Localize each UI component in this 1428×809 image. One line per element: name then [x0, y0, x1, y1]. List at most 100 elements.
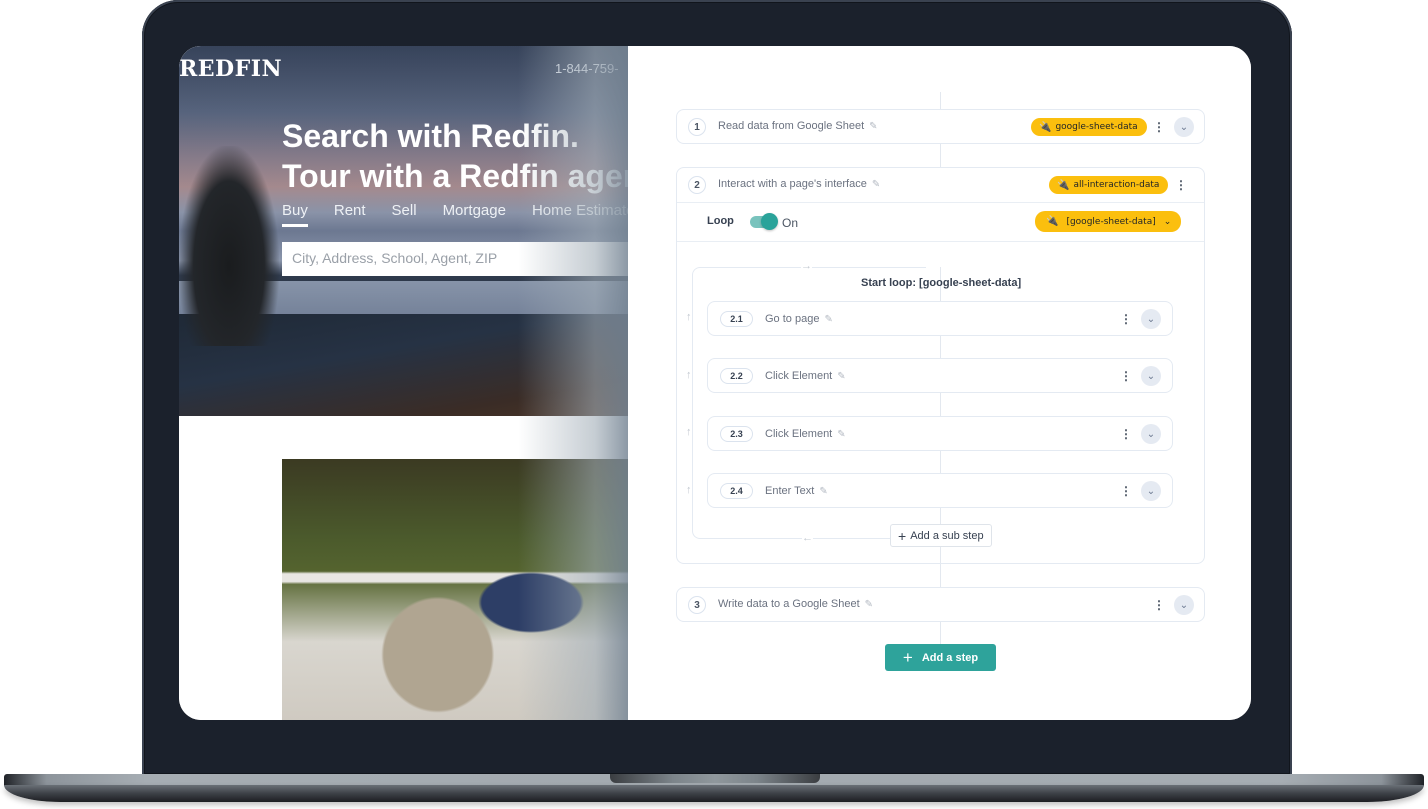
sub-step-title-text: Click Element — [765, 428, 833, 440]
chevron-down-icon: ⌄ — [1163, 216, 1172, 227]
loop-source-dropdown[interactable]: 🔌 [google-sheet-data] ⌄ — [1035, 211, 1182, 232]
arrow-up-icon: ↑ — [686, 311, 692, 323]
plug-icon: 🔌 — [1039, 121, 1052, 133]
more-options-icon[interactable]: ⋮ — [1153, 598, 1165, 612]
more-options-icon[interactable]: ⋮ — [1120, 427, 1132, 441]
hero-tree — [179, 146, 279, 346]
step-card-3[interactable]: 3 Write data to a Google Sheet ✎ ⋮ ⌄ — [676, 587, 1205, 622]
step-title-text: Interact with a page's interface — [718, 178, 867, 190]
pencil-icon[interactable]: ✎ — [872, 179, 880, 190]
connector-line — [940, 622, 941, 644]
expand-chevron-icon[interactable]: ⌄ — [1174, 595, 1194, 615]
sub-step-title[interactable]: Go to page ✎ — [765, 313, 833, 325]
step-title[interactable]: Interact with a page's interface ✎ — [718, 178, 880, 190]
arrow-up-icon: ↑ — [686, 426, 692, 438]
more-options-icon[interactable]: ⋮ — [1120, 484, 1132, 498]
sub-step-title-text: Enter Text — [765, 485, 815, 497]
add-sub-step-label: Add a sub step — [910, 529, 984, 542]
plug-icon: 🔌 — [1057, 179, 1070, 191]
output-variable-pill[interactable]: 🔌 google-sheet-data — [1031, 118, 1147, 136]
toggle-state-label: On — [782, 216, 799, 230]
sub-step-card-2-3[interactable]: 2.3 Click Element ✎ ⋮ ⌄ — [707, 416, 1173, 451]
toggle-knob — [761, 213, 778, 230]
pill-label: all-interaction-data — [1073, 180, 1160, 190]
step-number: 3 — [688, 596, 706, 614]
step-title[interactable]: Read data from Google Sheet ✎ — [718, 120, 878, 132]
workflow-builder: 1 Read data from Google Sheet ✎ 🔌 google-… — [628, 46, 1251, 720]
sub-step-title-text: Go to page — [765, 313, 820, 325]
step-card-1[interactable]: 1 Read data from Google Sheet ✎ 🔌 google-… — [676, 109, 1205, 144]
more-options-icon[interactable]: ⋮ — [1153, 120, 1165, 134]
expand-chevron-icon[interactable]: ⌄ — [1141, 481, 1161, 501]
sub-step-title[interactable]: Click Element ✎ — [765, 428, 846, 440]
add-step-button[interactable]: + Add a step — [885, 644, 996, 671]
add-sub-step-button[interactable]: + Add a sub step — [890, 524, 992, 547]
tab-buy[interactable]: Buy — [282, 202, 308, 227]
pencil-icon[interactable]: ✎ — [819, 486, 827, 497]
tab-home-estimate[interactable]: Home Estimate — [532, 202, 628, 225]
more-options-icon[interactable]: ⋮ — [1175, 178, 1187, 192]
pill-label: google-sheet-data — [1055, 122, 1138, 132]
sub-step-card-2-1[interactable]: 2.1 Go to page ✎ ⋮ ⌄ — [707, 301, 1173, 336]
phone-number[interactable]: 1-844-759- — [555, 61, 619, 76]
headline-line-2: Tour with a Redfin agent — [282, 158, 628, 194]
step-title-text: Read data from Google Sheet — [718, 120, 865, 132]
couple-on-porch-photo — [282, 459, 628, 720]
step-number: 1 — [688, 118, 706, 136]
tab-rent[interactable]: Rent — [334, 202, 366, 225]
tab-sell[interactable]: Sell — [392, 202, 417, 225]
pencil-icon[interactable]: ✎ — [865, 599, 873, 610]
loop-source-label: [google-sheet-data] — [1066, 216, 1156, 227]
arrow-up-icon: ↑ — [686, 484, 692, 496]
connector-line — [940, 92, 941, 110]
redfin-logo[interactable]: REDFIN — [179, 56, 282, 82]
sub-step-number: 2.4 — [720, 483, 753, 499]
arrow-left-icon: ← — [802, 532, 813, 544]
step-card-2: 2 Interact with a page's interface ✎ 🔌 al… — [676, 167, 1205, 564]
headline-line-1: Search with Redfin. — [282, 118, 579, 154]
output-variable-pill[interactable]: 🔌 all-interaction-data — [1049, 176, 1169, 194]
expand-chevron-icon[interactable]: ⌄ — [1141, 309, 1161, 329]
sub-step-number: 2.2 — [720, 368, 753, 384]
loop-label: Loop — [707, 215, 734, 227]
sub-step-card-2-2[interactable]: 2.2 Click Element ✎ ⋮ ⌄ — [707, 358, 1173, 393]
pencil-icon[interactable]: ✎ — [869, 121, 877, 132]
pencil-icon[interactable]: ✎ — [824, 314, 832, 325]
location-search-input[interactable]: City, Address, School, Agent, ZIP — [282, 242, 628, 276]
more-options-icon[interactable]: ⋮ — [1120, 312, 1132, 326]
search-tabs: Buy Rent Sell Mortgage Home Estimate — [282, 202, 628, 227]
step-title-text: Write data to a Google Sheet — [718, 598, 860, 610]
expand-chevron-icon[interactable]: ⌄ — [1174, 117, 1194, 137]
hero-headline: Search with Redfin. Tour with a Redfin a… — [282, 116, 628, 196]
start-loop-label: Start loop: [google-sheet-data] — [861, 277, 1022, 289]
laptop-base-bottom — [4, 785, 1424, 802]
connector-line — [940, 144, 941, 167]
pencil-icon[interactable]: ✎ — [837, 429, 845, 440]
sub-step-title[interactable]: Click Element ✎ — [765, 370, 846, 382]
step-number: 2 — [688, 176, 706, 194]
sub-step-card-2-4[interactable]: 2.4 Enter Text ✎ ⋮ ⌄ — [707, 473, 1173, 508]
expand-chevron-icon[interactable]: ⌄ — [1141, 424, 1161, 444]
arrow-up-icon: ↑ — [686, 369, 692, 381]
sub-step-title-text: Click Element — [765, 370, 833, 382]
divider — [677, 202, 1204, 203]
redfin-website-preview: REDFIN 1-844-759- Search with Redfin. To… — [179, 46, 628, 720]
sub-step-title[interactable]: Enter Text ✎ — [765, 485, 828, 497]
arrow-right-icon: → — [801, 260, 812, 272]
laptop-screen: REDFIN 1-844-759- Search with Redfin. To… — [179, 46, 1251, 720]
tab-mortgage[interactable]: Mortgage — [443, 202, 506, 225]
loop-toggle[interactable] — [750, 213, 778, 230]
sub-step-number: 2.3 — [720, 426, 753, 442]
sub-step-number: 2.1 — [720, 311, 753, 327]
plug-icon: 🔌 — [1046, 216, 1059, 227]
step-title[interactable]: Write data to a Google Sheet ✎ — [718, 598, 873, 610]
plus-icon: + — [898, 527, 907, 544]
hero-image — [179, 46, 628, 416]
laptop-notch — [610, 774, 820, 783]
pencil-icon[interactable]: ✎ — [837, 371, 845, 382]
connector-line — [940, 564, 941, 587]
plus-icon: + — [902, 648, 913, 667]
expand-chevron-icon[interactable]: ⌄ — [1141, 366, 1161, 386]
more-options-icon[interactable]: ⋮ — [1120, 369, 1132, 383]
divider — [677, 241, 1204, 242]
